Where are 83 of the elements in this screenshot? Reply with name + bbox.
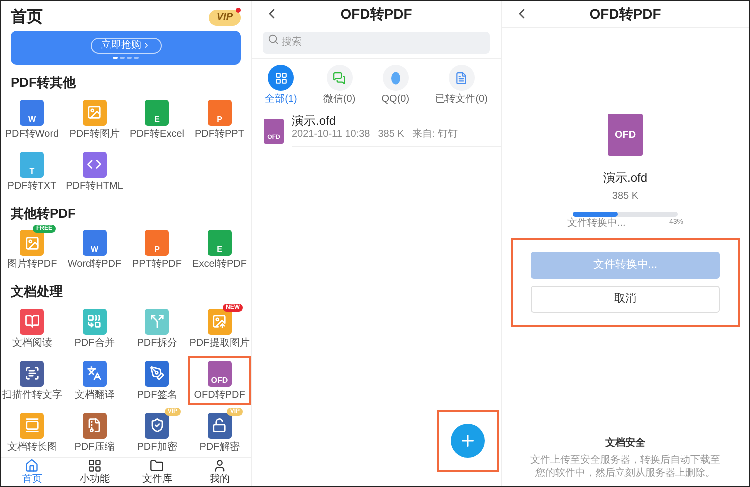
file-name: 演示.ofd	[603, 170, 648, 187]
tool-item[interactable]: PDF转HTML	[60, 146, 130, 196]
tool-label: Excel转PDF	[192, 260, 247, 270]
section-title: 文档处理	[10, 283, 64, 302]
home-icon	[25, 458, 40, 473]
tool-item[interactable]: E PDF转Excel	[124, 94, 190, 144]
icon-letter: OFD	[614, 128, 636, 142]
tool-label: 文档阅读	[12, 338, 52, 349]
file-date: 2021-10-11 10:38	[292, 130, 370, 140]
tool-label: PDF合并	[74, 338, 115, 349]
tool-label: PDF提取图片	[190, 338, 250, 349]
security-note: 文件上传至安全服务器，转换后自动下载至您的软件中，然后立刻从服务器上删除。	[530, 454, 722, 480]
tool-item[interactable]: 扫描件转文字	[1, 356, 68, 405]
tool-label: Word转PDF	[68, 260, 122, 270]
section-title: PDF转其他	[10, 74, 78, 92]
file-source: 来自: 钉钉	[412, 130, 458, 140]
tool-label: 扫描件转文字	[2, 390, 62, 401]
icon-letter: P	[217, 116, 222, 124]
icon-letter: P	[154, 246, 160, 254]
icon-letter: W	[28, 116, 36, 124]
page-title: OFD转PDF	[590, 4, 662, 24]
security-title: 文档安全	[606, 436, 646, 451]
tool-label: PDF转图片	[70, 130, 120, 140]
tool-item[interactable]: PDF合并	[68, 304, 121, 353]
tool-label: PDF压缩	[74, 442, 115, 453]
tool-label: 文档转长图	[7, 442, 58, 453]
search-field[interactable]: 搜索	[263, 32, 490, 54]
nav-tab[interactable]: 小功能	[64, 458, 126, 486]
tool-item[interactable]: PDF签名	[131, 356, 184, 405]
tool-item[interactable]: W Word转PDF	[62, 225, 128, 274]
tool-item[interactable]: W PDF转Word	[1, 94, 66, 144]
tool-item[interactable]: PDF拆分	[131, 304, 184, 353]
file-size: 385 K	[612, 190, 639, 204]
icon-letter: OFD	[211, 376, 228, 385]
tool-item[interactable]: T PDF转TXT	[2, 146, 63, 196]
file-size: 385 K	[378, 130, 404, 140]
tool-item[interactable]: 文档翻译	[68, 356, 121, 405]
grid-icon	[88, 458, 102, 473]
tool-label: PDF转HTML	[66, 182, 124, 192]
icon-letter: W	[90, 246, 99, 254]
tool-label: PDF解密	[200, 442, 240, 453]
tool-item[interactable]: PDF转图片	[64, 94, 126, 144]
source-tab[interactable]: 已转文件(0)	[436, 65, 488, 105]
tool-item[interactable]: E Excel转PDF	[186, 225, 253, 274]
tool-label: PPT转PDF	[132, 260, 182, 270]
folder-icon	[150, 458, 164, 473]
tool-label: PDF拆分	[137, 338, 178, 349]
tool-item[interactable]: OFD OFD转PDF	[188, 356, 252, 405]
cancel-button[interactable]: 取消	[531, 286, 720, 313]
chat-bubbles-icon	[333, 72, 346, 84]
icon-letter: T	[30, 168, 35, 176]
tool-label: PDF转Word	[5, 130, 60, 140]
file-name: 演示.ofd	[292, 115, 338, 127]
grid-icon	[274, 72, 288, 84]
tool-item[interactable]: 文档转长图	[1, 408, 64, 457]
icon-letter: E	[217, 246, 222, 254]
tool-label: 文档翻译	[74, 390, 115, 401]
tool-label: 图片转PDF	[7, 260, 58, 270]
tool-label: PDF转TXT	[8, 182, 57, 192]
tool-item[interactable]: PDF压缩	[68, 408, 121, 457]
plus-icon	[459, 432, 477, 450]
tool-item[interactable]: P PDF转PPT	[189, 94, 250, 144]
add-button[interactable]	[451, 424, 485, 458]
document-icon	[455, 72, 468, 84]
tool-label: PDF转PPT	[195, 130, 244, 140]
tool-label: PDF转Excel	[130, 130, 184, 140]
tool-item[interactable]: 文档阅读	[6, 304, 58, 353]
tool-label: PDF加密	[137, 442, 178, 453]
tool-item[interactable]: P PPT转PDF	[126, 225, 188, 274]
icon-letter: E	[154, 116, 160, 124]
search-icon	[268, 34, 279, 45]
nav-tab[interactable]: 文件库	[126, 458, 188, 486]
page-title: OFD转PDF	[340, 4, 412, 24]
buy-now-button[interactable]: 立即抢购	[90, 38, 162, 54]
person-icon	[212, 458, 227, 473]
tool-label: OFD转PDF	[194, 390, 246, 401]
progress-status: 文件转换中...	[568, 219, 626, 229]
tool-label: PDF签名	[137, 390, 178, 401]
page-title: 首页	[11, 8, 43, 28]
vip-badge[interactable]: VIP	[208, 10, 241, 26]
nav-tab[interactable]: 首页	[1, 458, 64, 486]
nav-tab[interactable]: 我的	[188, 458, 251, 486]
section-title: 其他转PDF	[10, 204, 77, 223]
